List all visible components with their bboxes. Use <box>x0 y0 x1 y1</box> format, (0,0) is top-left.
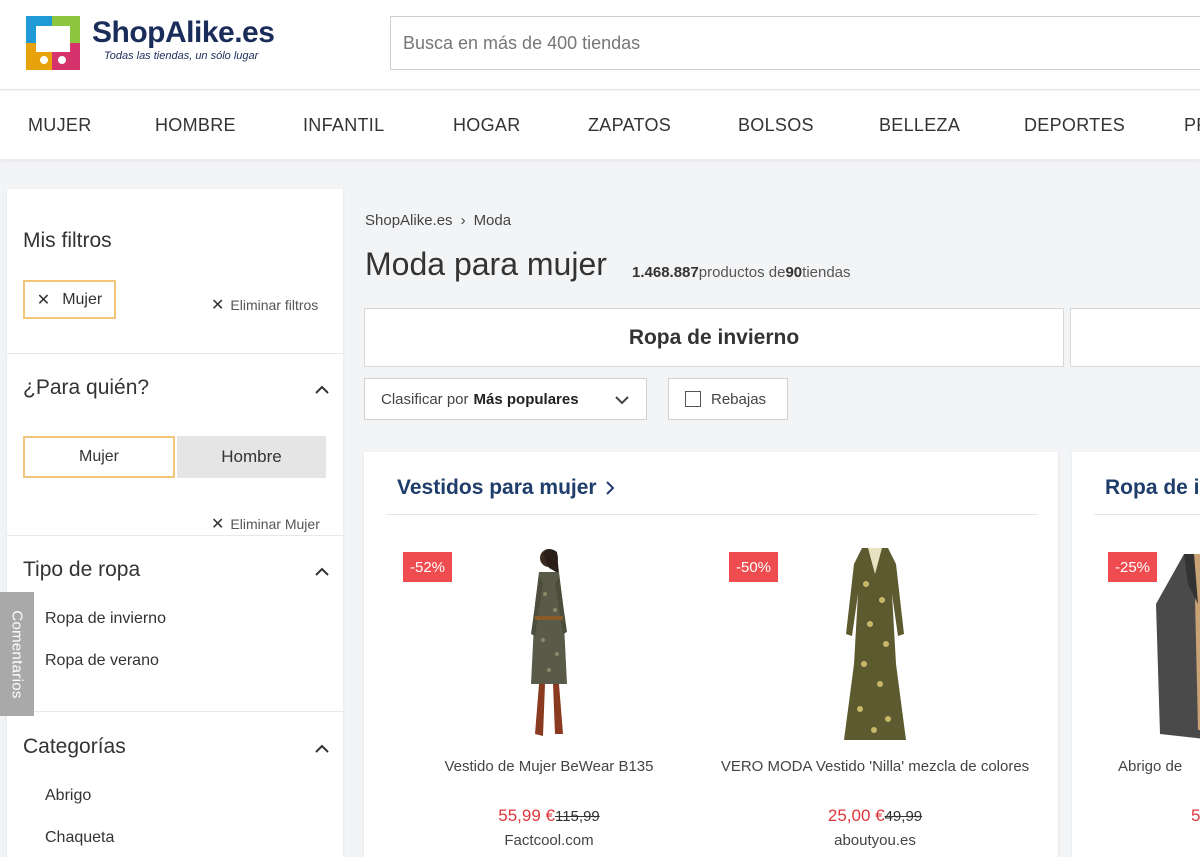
clothing-type-title: Tipo de ropa <box>23 558 141 581</box>
stores-label: tiendas <box>802 264 851 281</box>
divider <box>386 514 1038 515</box>
product-image <box>844 548 906 740</box>
nav-item-hogar[interactable]: HOGAR <box>453 115 521 136</box>
logo-name: ShopAlike.es <box>92 16 275 49</box>
clear-filters-label: Eliminar filtros <box>230 297 319 313</box>
chevron-right-icon <box>605 481 615 495</box>
logo-tagline: Todas las tiendas, un sólo lugar <box>104 50 259 62</box>
close-icon: ✕ <box>36 291 51 309</box>
logo-cart-icon <box>26 16 80 70</box>
product-price: 5 <box>1191 806 1200 825</box>
product-carousel-clothing: Ropa de i -25% Abrigo de 5 <box>1072 452 1200 857</box>
category-chaqueta[interactable]: Chaqueta <box>45 829 114 847</box>
chevron-right-icon: › <box>460 212 466 229</box>
sort-prefix: Clasificar por <box>381 390 469 408</box>
checkbox-icon <box>685 391 701 407</box>
product-count-value: 1.468.887 <box>632 264 699 281</box>
discount-badge: -52% <box>403 552 453 582</box>
discount-badge: -50% <box>729 552 779 582</box>
nav-item-infantil[interactable]: INFANTIL <box>303 115 384 136</box>
product-price: 55,99 €115,99 <box>394 806 704 826</box>
current-price: 25,00 € <box>827 806 885 825</box>
product-card[interactable]: -50% VERO MODA Vestido 'Nilla' mezcla de… <box>720 542 1030 857</box>
old-price: 115,99 <box>554 808 600 825</box>
products-de-label: productos de <box>698 264 786 281</box>
sort-dropdown[interactable]: Clasificar por Más populares <box>364 378 647 420</box>
clothing-type-section: Tipo de ropa Ropa de invierno Ropa de ve… <box>7 536 343 712</box>
current-price: 55,99 € <box>498 806 555 825</box>
product-image <box>1156 554 1200 739</box>
divider <box>1094 514 1200 515</box>
for-whom-hombre[interactable]: Hombre <box>177 436 326 478</box>
breadcrumb: ShopAlike.es › Moda <box>365 212 511 229</box>
header: ShopAlike.es Todas las tiendas, un sólo … <box>0 0 1200 90</box>
breadcrumb-home[interactable]: ShopAlike.es <box>365 212 453 229</box>
sort-value: Más populares <box>473 390 579 408</box>
nav-item-belleza[interactable]: BELLEZA <box>879 115 960 136</box>
clear-mujer-label: Eliminar Mujer <box>230 516 320 532</box>
product-card[interactable]: -25% Abrigo de 5 <box>1078 542 1200 857</box>
for-whom-mujer[interactable]: Mujer <box>23 436 175 478</box>
carousel-title[interactable]: Ropa de i <box>1105 476 1200 500</box>
discount-badge: -25% <box>1108 552 1158 582</box>
clear-mujer-link[interactable]: ✕ Eliminar Mujer <box>211 514 320 534</box>
chevron-down-icon <box>615 396 629 405</box>
clothing-type-winter[interactable]: Ropa de invierno <box>45 610 166 628</box>
product-name: Abrigo de <box>1118 758 1183 775</box>
carousel-title[interactable]: Vestidos para mujer <box>397 476 615 500</box>
carousel-title-label: Vestidos para mujer <box>397 476 597 499</box>
store-count-value: 90 <box>785 264 803 281</box>
product-count: 1.468.887productos de90tiendas <box>632 264 851 281</box>
nav-item-zapatos[interactable]: ZAPATOS <box>588 115 671 136</box>
sale-filter-label: Rebajas <box>711 390 767 408</box>
clothing-type-summer[interactable]: Ropa de verano <box>45 652 159 670</box>
active-filter-chip[interactable]: ✕ Mujer <box>23 280 116 319</box>
clear-filters-link[interactable]: ✕ Eliminar filtros <box>211 295 318 315</box>
close-icon: ✕ <box>211 516 225 533</box>
breadcrumb-moda[interactable]: Moda <box>474 212 512 229</box>
nav-item-deportes[interactable]: DEPORTES <box>1024 115 1125 136</box>
close-icon: ✕ <box>211 297 225 314</box>
nav-item-bolsos[interactable]: BOLSOS <box>738 115 814 136</box>
nav-item-hombre[interactable]: HOMBRE <box>155 115 236 136</box>
product-shop: aboutyou.es <box>834 832 916 849</box>
chevron-up-icon[interactable] <box>315 742 329 756</box>
categories-title: Categorías <box>23 735 126 758</box>
categories-section: Categorías Abrigo Chaqueta <box>7 712 343 857</box>
product-card[interactable]: -52% Vestido de Mujer BeWear B135 55,99 … <box>394 542 704 857</box>
my-filters-title: Mis filtros <box>23 229 112 252</box>
product-image <box>531 549 567 736</box>
sale-filter-checkbox[interactable]: Rebajas <box>668 378 788 420</box>
subcategory-tile-next[interactable] <box>1070 308 1200 367</box>
page-title: Moda para mujer <box>365 246 607 282</box>
product-carousel-dresses: Vestidos para mujer -52% Vestido de Muje… <box>364 452 1058 857</box>
subcategory-tile-winter[interactable]: Ropa de invierno <box>364 308 1064 367</box>
old-price: 49,99 <box>884 808 923 825</box>
chevron-up-icon[interactable] <box>315 565 329 579</box>
product-name: Vestido de Mujer BeWear B135 <box>444 758 654 775</box>
nav-item-mujer[interactable]: MUJER <box>28 115 92 136</box>
feedback-tab-label: Comentarios <box>8 609 26 699</box>
category-nav: MUJER HOMBRE INFANTIL HOGAR ZAPATOS BOLS… <box>0 91 1200 159</box>
for-whom-title: ¿Para quién? <box>23 376 150 399</box>
product-name: VERO MODA Vestido 'Nilla' mezcla de colo… <box>720 758 1030 775</box>
search-box[interactable] <box>390 16 1200 70</box>
active-filter-label: Mujer <box>62 290 103 308</box>
my-filters-section: Mis filtros ✕ Mujer ✕ Eliminar filtros <box>7 189 343 354</box>
category-abrigo[interactable]: Abrigo <box>45 787 91 805</box>
feedback-tab[interactable]: Comentarios <box>0 592 34 716</box>
product-shop: Factcool.com <box>504 832 594 849</box>
product-price: 25,00 €49,99 <box>720 806 1030 826</box>
filter-sidebar: Mis filtros ✕ Mujer ✕ Eliminar filtros ¿… <box>7 189 343 857</box>
for-whom-section: ¿Para quién? Mujer Hombre ✕ Eliminar Muj… <box>7 354 343 536</box>
search-input[interactable] <box>391 17 1200 69</box>
chevron-up-icon[interactable] <box>315 383 329 397</box>
nav-item-more[interactable]: PR <box>1184 115 1200 136</box>
carousel-title-label: Ropa de i <box>1105 476 1200 499</box>
shopalike-logo[interactable]: ShopAlike.es Todas las tiendas, un sólo … <box>26 16 296 72</box>
